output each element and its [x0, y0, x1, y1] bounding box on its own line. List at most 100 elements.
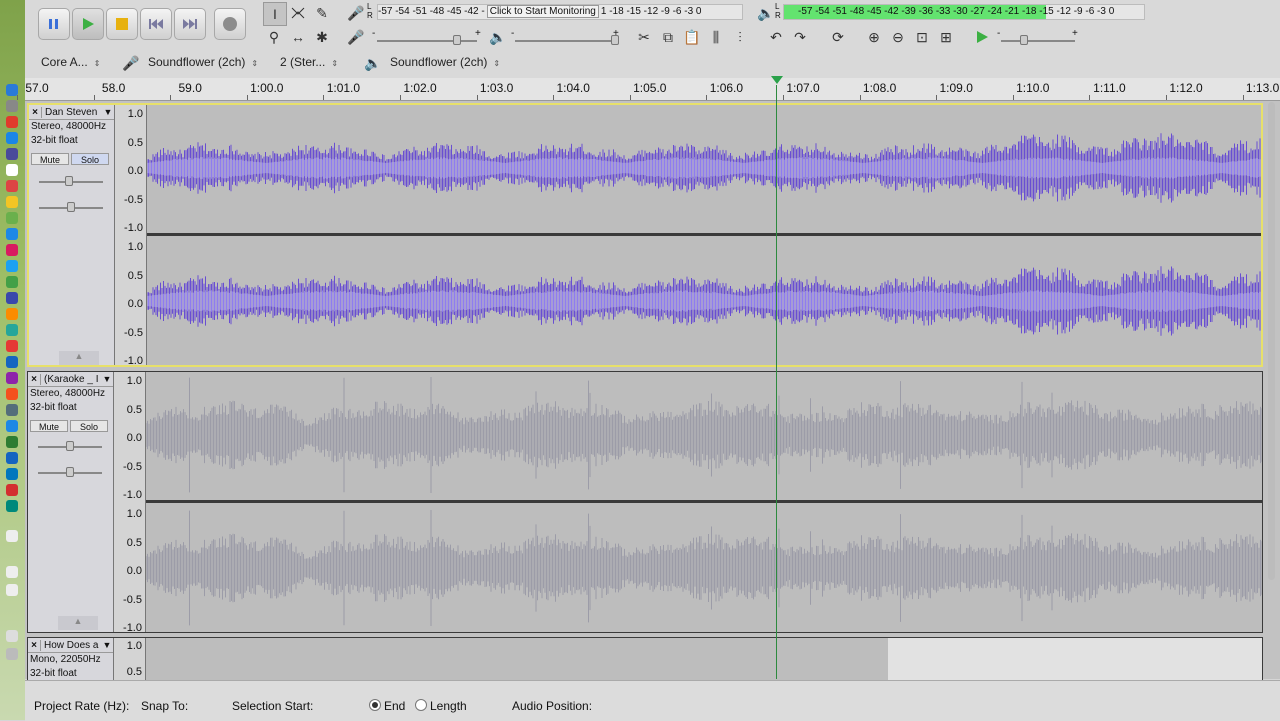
silence-icon[interactable]: ⫶ [729, 26, 751, 48]
track-name[interactable]: Dan Steven [42, 107, 102, 118]
dock-app-icon[interactable] [6, 404, 18, 416]
track-menu-arrow-icon[interactable]: ▼ [101, 640, 113, 650]
play-button[interactable] [72, 8, 104, 40]
playback-volume-slider[interactable] [515, 40, 615, 42]
track-menu-arrow-icon[interactable]: ▼ [101, 374, 113, 384]
dock-app-icon[interactable] [6, 228, 18, 240]
audio-track[interactable]: × Dan Steven ▼ Stereo, 48000Hz 32-bit fl… [27, 103, 1263, 367]
waveform-display[interactable] [146, 372, 1262, 632]
dock-app-icon[interactable] [6, 584, 18, 596]
end-radio-icon[interactable] [369, 699, 381, 711]
close-track-icon[interactable]: × [29, 106, 42, 118]
zoom-in-icon[interactable]: ⊕ [863, 26, 885, 48]
waveform-display[interactable] [146, 638, 1262, 681]
dock-app-icon[interactable] [6, 276, 18, 288]
skip-end-button[interactable] [174, 8, 206, 40]
undo-icon[interactable]: ↶ [765, 26, 787, 48]
zoom-tool-icon[interactable]: ⚲ [263, 26, 285, 48]
record-button[interactable] [214, 8, 246, 40]
close-track-icon[interactable]: × [28, 373, 41, 385]
audio-host-select[interactable]: Core A... ⇕ [41, 52, 100, 72]
gain-knob[interactable] [65, 176, 73, 186]
dock-app-icon[interactable] [6, 116, 18, 128]
selection-tool-icon[interactable]: I [263, 2, 287, 26]
dock-app-icon[interactable] [6, 420, 18, 432]
copy-icon[interactable]: ⧉ [657, 26, 679, 48]
envelope-tool-icon[interactable] [287, 2, 309, 24]
dock-app-icon[interactable] [6, 340, 18, 352]
multi-tool-icon[interactable]: ✱ [311, 26, 333, 48]
dock-app-icon[interactable] [6, 436, 18, 448]
pan-knob[interactable] [66, 467, 74, 477]
start-monitoring-prompt[interactable]: Click to Start Monitoring [486, 5, 599, 18]
playhead-marker-icon[interactable] [771, 76, 783, 84]
play-speed-knob[interactable] [1020, 35, 1028, 45]
length-radio[interactable]: Length [415, 699, 467, 713]
pause-button[interactable] [38, 8, 70, 40]
fit-selection-icon[interactable]: ⊡ [911, 26, 933, 48]
dock-app-icon[interactable] [6, 388, 18, 400]
microphone-icon[interactable]: 🎤 [345, 2, 367, 24]
trash-icon[interactable] [6, 648, 18, 660]
audio-track[interactable]: × How Does a ▼ Mono, 22050Hz 32-bit floa… [27, 637, 1263, 681]
dock-app-icon[interactable] [6, 164, 18, 176]
skip-start-button[interactable] [140, 8, 172, 40]
recording-channels-select[interactable]: 2 (Ster... ⇕ [280, 52, 338, 72]
dock-app-icon[interactable] [6, 372, 18, 384]
audio-track[interactable]: × (Karaoke _ I ▼ Stereo, 48000Hz 32-bit … [27, 371, 1263, 634]
mute-button[interactable]: Mute [31, 153, 69, 165]
length-radio-icon[interactable] [415, 699, 427, 711]
zoom-out-icon[interactable]: ⊖ [887, 26, 909, 48]
timeshift-tool-icon[interactable]: ↔ [287, 26, 309, 48]
dock-app-icon[interactable] [6, 148, 18, 160]
collapse-track-icon[interactable]: ▲ [59, 351, 99, 365]
dock-app-icon[interactable] [6, 100, 18, 112]
dock-app-icon[interactable] [6, 630, 18, 642]
solo-button[interactable]: Solo [70, 420, 108, 432]
dock-app-icon[interactable] [6, 324, 18, 336]
dock-app-icon[interactable] [6, 292, 18, 304]
gain-knob[interactable] [66, 441, 74, 451]
track-menu-arrow-icon[interactable]: ▼ [102, 107, 114, 117]
waveform-display[interactable] [147, 105, 1261, 365]
draw-tool-icon[interactable]: ✎ [311, 2, 333, 24]
mute-button[interactable]: Mute [30, 420, 68, 432]
dock-app-icon[interactable] [6, 356, 18, 368]
dock-app-icon[interactable] [6, 260, 18, 272]
dock-app-icon[interactable] [6, 452, 18, 464]
cut-icon[interactable]: ✂ [633, 26, 655, 48]
end-radio[interactable]: End [369, 699, 405, 713]
play-speed-slider[interactable] [1001, 40, 1075, 42]
trim-icon[interactable]: ⫼ [705, 26, 727, 48]
track-name[interactable]: (Karaoke _ I [41, 374, 101, 385]
dock-app-icon[interactable] [6, 468, 18, 480]
dock-app-icon[interactable] [6, 196, 18, 208]
recording-device-select[interactable]: Soundflower (2ch) ⇕ [148, 52, 258, 72]
track-name[interactable]: How Does a [41, 640, 101, 651]
redo-icon[interactable]: ↷ [789, 26, 811, 48]
dock-app-icon[interactable] [6, 244, 18, 256]
dock-app-icon[interactable] [6, 308, 18, 320]
recording-volume-knob[interactable] [453, 35, 461, 45]
stop-button[interactable] [106, 8, 138, 40]
sync-lock-icon[interactable]: ⟳ [827, 26, 849, 48]
playback-device-select[interactable]: Soundflower (2ch) ⇕ [390, 52, 500, 72]
playback-meter[interactable]: -57 -54 -51 -48 -45 -42 -39 -36 -33 -30 … [783, 4, 1145, 20]
paste-icon[interactable]: 📋 [681, 26, 703, 48]
dock-app-icon[interactable] [6, 530, 18, 542]
vertical-scrollbar[interactable] [1268, 102, 1275, 580]
dock-app-icon[interactable] [6, 566, 18, 578]
dock-app-icon[interactable] [6, 500, 18, 512]
dock-app-icon[interactable] [6, 132, 18, 144]
dock-app-icon[interactable] [6, 484, 18, 496]
pan-knob[interactable] [67, 202, 75, 212]
fit-project-icon[interactable]: ⊞ [935, 26, 957, 48]
close-track-icon[interactable]: × [28, 639, 41, 651]
recording-meter[interactable]: -57 -54 -51 -48 -45 -42 - Click to Start … [377, 4, 743, 20]
play-at-speed-icon[interactable] [971, 26, 993, 48]
solo-button[interactable]: Solo [71, 153, 109, 165]
dock-app-icon[interactable] [6, 212, 18, 224]
recording-volume-slider[interactable] [377, 40, 477, 42]
collapse-track-icon[interactable]: ▲ [58, 616, 98, 630]
speaker-meter-icon[interactable]: 🔈 [755, 2, 777, 24]
